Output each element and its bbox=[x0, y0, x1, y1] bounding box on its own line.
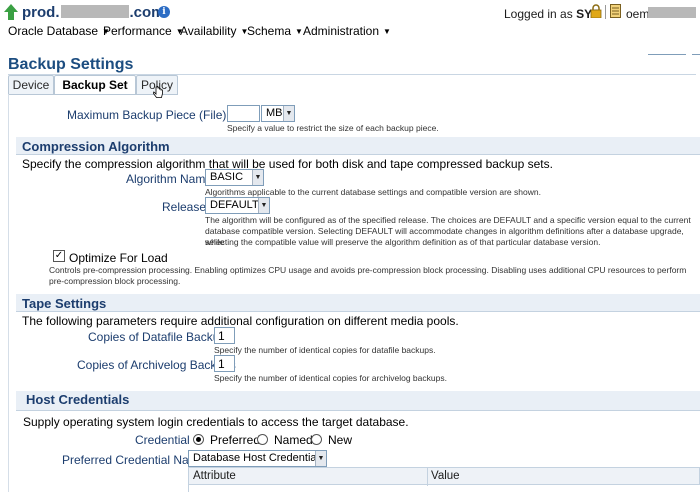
optimize-for-load-label: Optimize For Load bbox=[69, 251, 168, 265]
datafile-copies-input[interactable] bbox=[214, 327, 235, 344]
credential-attributes-table-body bbox=[188, 485, 700, 492]
algorithm-name-label: Algorithm Name bbox=[126, 172, 213, 186]
menu-availability[interactable]: Availability ▼ bbox=[180, 24, 248, 38]
database-target-icon bbox=[610, 4, 621, 18]
chevron-down-icon: ▼ bbox=[258, 198, 269, 213]
menu-oracle-database[interactable]: Oracle Database ▼ bbox=[8, 24, 110, 38]
lock-icon bbox=[590, 4, 602, 18]
menu-bar: Oracle Database ▼ Performance ▼ Availabili… bbox=[0, 24, 700, 40]
info-icon[interactable]: i bbox=[158, 6, 170, 18]
tab-device[interactable]: Device bbox=[8, 75, 54, 94]
chevron-down-icon: ▼ bbox=[315, 451, 326, 466]
preferred-credential-name-label: Preferred Credential Name bbox=[62, 453, 206, 467]
max-backup-piece-label: Maximum Backup Piece (File) Size bbox=[67, 108, 254, 122]
archivelog-copies-help: Specify the number of identical copies f… bbox=[214, 373, 447, 383]
credential-named-radio[interactable] bbox=[257, 434, 268, 445]
target-hostname[interactable]: prod. .com bbox=[22, 4, 165, 21]
header-decoration bbox=[648, 54, 686, 55]
release-help-line-1: The algorithm will be configured as of t… bbox=[205, 215, 691, 225]
credential-named-label: Named bbox=[274, 433, 313, 447]
compression-section-header: Compression Algorithm bbox=[16, 137, 700, 155]
chevron-down-icon: ▼ bbox=[283, 106, 294, 121]
credential-new-radio[interactable] bbox=[311, 434, 322, 445]
credential-new-label: New bbox=[328, 433, 353, 447]
algorithm-name-select[interactable]: BASIC ▼ bbox=[205, 169, 264, 186]
chevron-down-icon: ▼ bbox=[252, 170, 263, 185]
host-credentials-intro: Supply operating system login credential… bbox=[23, 415, 409, 429]
backup-piece-help: Specify a value to restrict the size of … bbox=[227, 123, 439, 133]
top-bar: prod. .com i Logged in as SYS oem bbox=[0, 0, 700, 24]
tape-intro: The following parameters require additio… bbox=[22, 314, 459, 328]
chevron-down-icon: ▼ bbox=[383, 27, 391, 36]
menu-performance[interactable]: Performance ▼ bbox=[103, 24, 184, 38]
release-help-line-3: selecting the compatible value will pres… bbox=[205, 237, 601, 247]
menu-administration[interactable]: Administration ▼ bbox=[303, 24, 391, 38]
datafile-copies-help: Specify the number of identical copies f… bbox=[214, 345, 436, 355]
archivelog-copies-label: Copies of Archivelog Backups bbox=[77, 358, 236, 372]
menu-schema[interactable]: Schema ▼ bbox=[247, 24, 303, 38]
page-title: Backup Settings bbox=[8, 56, 134, 73]
credential-preferred-radio[interactable] bbox=[193, 434, 204, 445]
logged-in-status: Logged in as SYS bbox=[504, 7, 601, 21]
credential-attributes-table-header: Attribute Value bbox=[188, 467, 700, 486]
tab-backup-set[interactable]: Backup Set bbox=[54, 75, 136, 95]
credential-label: Credential bbox=[135, 433, 190, 447]
column-header-value: Value bbox=[431, 470, 460, 482]
section-title: Host Credentials bbox=[26, 392, 130, 407]
header-decoration bbox=[692, 54, 700, 55]
host-credentials-section-header: Host Credentials bbox=[16, 391, 700, 411]
redacted-target-user bbox=[648, 7, 696, 18]
max-backup-piece-input[interactable] bbox=[227, 105, 260, 122]
release-label: Release bbox=[162, 200, 207, 214]
redacted-hostname bbox=[60, 5, 129, 18]
optimize-help-line-2: pre-compression block processing. bbox=[49, 276, 181, 286]
tape-section-header: Tape Settings bbox=[16, 294, 700, 312]
preferred-credential-name-select[interactable]: Database Host Credentials ▼ bbox=[188, 450, 327, 467]
section-title: Compression Algorithm bbox=[22, 139, 170, 154]
optimize-help-line-1: Controls pre-compression processing. Ena… bbox=[49, 265, 687, 275]
target-up-arrow-icon bbox=[4, 4, 18, 20]
column-divider bbox=[427, 468, 428, 486]
chevron-down-icon: ▼ bbox=[295, 27, 303, 36]
backup-piece-unit-select[interactable]: MB ▼ bbox=[261, 105, 295, 122]
target-user-link[interactable]: oem bbox=[626, 7, 649, 21]
release-select[interactable]: DEFAULT ▼ bbox=[205, 197, 270, 214]
section-title: Tape Settings bbox=[22, 296, 107, 311]
header-divider bbox=[605, 5, 606, 19]
compression-intro: Specify the compression algorithm that w… bbox=[22, 157, 553, 171]
hand-cursor-icon bbox=[153, 86, 163, 98]
optimize-for-load-checkbox[interactable]: ✓ bbox=[53, 250, 65, 262]
datafile-copies-label: Copies of Datafile Backups bbox=[88, 330, 233, 344]
content-left-border bbox=[8, 94, 9, 492]
credential-preferred-label: Preferred bbox=[210, 433, 261, 447]
column-header-attribute: Attribute bbox=[193, 470, 236, 482]
archivelog-copies-input[interactable] bbox=[214, 355, 235, 372]
